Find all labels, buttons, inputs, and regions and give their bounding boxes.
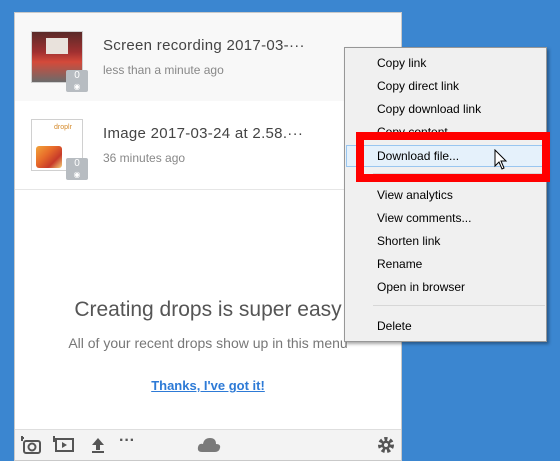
screen-record-icon[interactable]	[53, 435, 75, 455]
drop-time: less than a minute ago	[103, 63, 224, 77]
view-count-badge: 0 ◉	[66, 158, 88, 180]
bottom-toolbar: ···	[15, 429, 401, 460]
eye-icon: ◉	[73, 170, 81, 179]
menu-item-rename[interactable]: Rename	[346, 253, 545, 275]
gear-icon[interactable]	[375, 435, 397, 455]
dismiss-link[interactable]: Thanks, I've got it!	[15, 378, 401, 393]
menu-item-delete[interactable]: Delete	[346, 315, 545, 337]
menu-separator	[373, 305, 545, 306]
more-icon[interactable]: ···	[119, 432, 135, 450]
menu-item-view-comments[interactable]: View comments...	[346, 207, 545, 229]
menu-item-copy-link[interactable]: Copy link	[346, 52, 545, 74]
menu-item-copy-direct-link[interactable]: Copy direct link	[346, 75, 545, 97]
drop-time: 36 minutes ago	[103, 151, 186, 165]
menu-item-shorten-link[interactable]: Shorten link	[346, 230, 545, 252]
view-count: 0	[74, 158, 80, 169]
camera-icon[interactable]	[21, 435, 43, 455]
drop-title: Image 2017-03-24 at 2.58.···	[103, 125, 304, 142]
cloud-icon[interactable]	[196, 435, 222, 455]
upload-icon[interactable]	[87, 435, 109, 455]
cursor-icon	[494, 149, 508, 170]
drop-title: Screen recording 2017-03-···	[103, 37, 305, 54]
view-count: 0	[74, 70, 80, 81]
context-menu: Copy link Copy direct link Copy download…	[344, 47, 547, 342]
menu-item-copy-download-link[interactable]: Copy download link	[346, 98, 545, 120]
menu-item-view-analytics[interactable]: View analytics	[346, 184, 545, 206]
highlight-annotation-box	[356, 132, 550, 182]
thumbnail-text: droplr	[54, 124, 72, 131]
view-count-badge: 0 ◉	[66, 70, 88, 92]
menu-item-open-in-browser[interactable]: Open in browser	[346, 276, 545, 298]
eye-icon: ◉	[73, 82, 81, 91]
